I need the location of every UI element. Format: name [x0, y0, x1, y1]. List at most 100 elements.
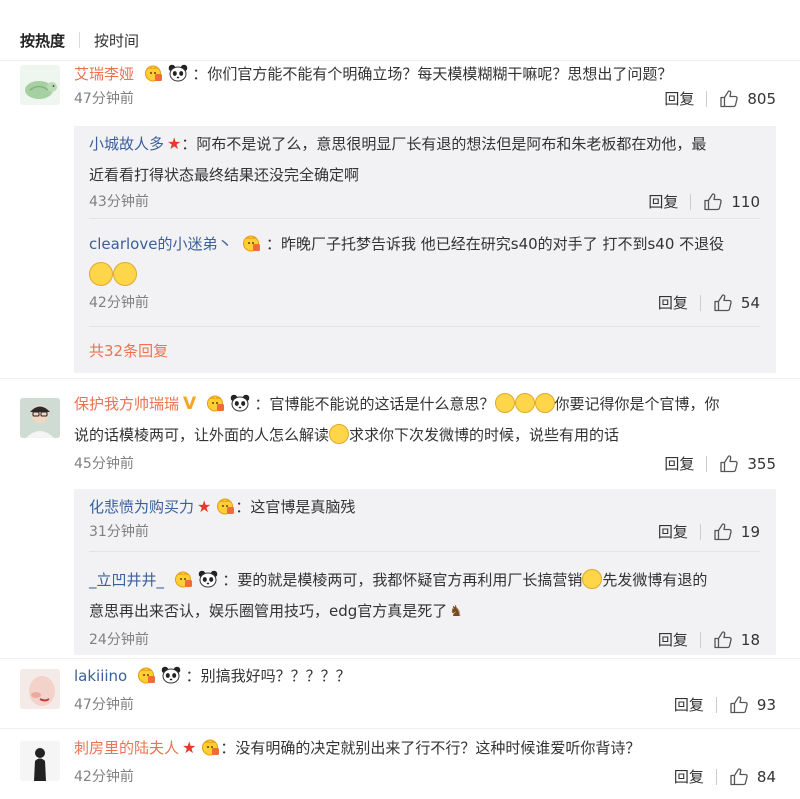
thumbs-up-icon	[713, 630, 733, 650]
like-button[interactable]: 93	[729, 694, 776, 716]
action-separator	[690, 194, 692, 210]
thumbs-up-icon	[729, 767, 749, 787]
like-count: 84	[756, 768, 776, 786]
emoji-icon	[329, 424, 350, 444]
emoji-icon	[494, 393, 515, 413]
thumbs-up-icon	[719, 89, 739, 109]
timestamp: 42分钟前	[89, 295, 149, 311]
emoji-icon	[89, 262, 113, 286]
horse-icon: ♞	[449, 602, 463, 620]
like-count: 18	[740, 631, 760, 649]
comment-text: ：没有明确的决定就别出来了行不行？这种时候谁爱听你背诗？	[220, 739, 641, 757]
crown-badge-icon	[173, 570, 193, 588]
sort-tabs: 按热度 按时间	[20, 29, 139, 51]
comment-text: 说的话模棱两可，让外面的人怎么解读	[74, 426, 330, 444]
timestamp: 43分钟前	[89, 194, 149, 210]
panda-icon	[168, 64, 188, 82]
reply-button[interactable]: 回复	[664, 453, 694, 475]
avatar[interactable]	[20, 398, 60, 438]
thumbs-up-icon	[703, 192, 723, 212]
username[interactable]: 保护我方帅瑞瑞	[74, 395, 179, 413]
reply-button[interactable]: 回复	[674, 766, 704, 788]
like-button[interactable]: 19	[713, 521, 760, 543]
reply-meta: 24分钟前 回复 18	[89, 629, 760, 651]
avatar[interactable]	[20, 741, 60, 781]
reply-username[interactable]: _立凹井井_	[89, 571, 164, 589]
reply-username[interactable]: clearlove的小迷弟丶	[89, 235, 232, 253]
reply-item: _立凹井井_ ：要的就是模棱两可，我都怀疑官方再利用厂长搞营销 先发微博有退的 意…	[89, 565, 760, 627]
like-button[interactable]: 84	[729, 766, 776, 788]
reply-button[interactable]: 回复	[664, 88, 694, 110]
like-count: 355	[747, 455, 776, 473]
reply-text: ：要的就是模棱两可，我都怀疑官方再利用厂长搞营销	[222, 571, 583, 589]
panda-icon	[230, 394, 250, 412]
crown-badge-icon	[200, 738, 220, 756]
reply-text: ：这官博是真脑残	[235, 498, 356, 516]
username[interactable]: lakiiino	[74, 667, 127, 685]
like-count: 805	[747, 90, 776, 108]
more-replies-link[interactable]: 共32条回复	[89, 340, 168, 361]
comment-text: 你要记得你是个官博，你	[554, 395, 720, 413]
like-button[interactable]: 110	[703, 191, 760, 213]
star-icon: ★	[182, 738, 197, 757]
tab-separator	[79, 32, 81, 48]
avatar[interactable]	[20, 669, 60, 709]
like-count: 19	[740, 523, 760, 541]
like-button[interactable]: 54	[713, 292, 760, 314]
thumbs-up-icon	[713, 293, 733, 313]
reply-username[interactable]: 化悲愤为购买力	[89, 498, 194, 516]
v-badge-icon: V	[183, 394, 197, 414]
reply-button[interactable]: 回复	[658, 521, 688, 543]
comment-item: 艾瑞李娅 ：你们官方能不能有个明确立场？每天模模糊糊干嘛呢？思想出了问题？ 47…	[0, 61, 800, 373]
divider	[89, 551, 760, 552]
emoji-icon	[113, 262, 137, 286]
comment-item: 保护我方帅瑞瑞 V ：官博能不能说的这话是什么意思？ 你要记得你是个官博，你 说的话…	[0, 389, 800, 659]
reply-list: 化悲愤为购买力 ★ ：这官博是真脑残 31分钟前 回复 19 _立凹井井_ ：要…	[74, 489, 776, 655]
like-count: 93	[756, 696, 776, 714]
action-separator	[715, 697, 717, 713]
like-button[interactable]: 355	[719, 453, 776, 475]
reply-text: 意思再出来否认，娱乐圈管用技巧，edg官方真是死了	[89, 602, 448, 620]
username[interactable]: 刺房里的陆夫人	[74, 739, 179, 757]
divider	[0, 658, 800, 659]
action-separator	[706, 456, 708, 472]
like-button[interactable]: 805	[719, 88, 776, 110]
divider	[89, 218, 760, 219]
reply-item: clearlove的小迷弟丶 ：昨晚厂子托梦告诉我 他已经在研究s40的对手了 …	[89, 232, 760, 314]
comment-item: 刺房里的陆夫人 ★ ：没有明确的决定就别出来了行不行？这种时候谁爱听你背诗？ 42分…	[0, 732, 800, 798]
avatar[interactable]	[20, 65, 60, 105]
username[interactable]: 艾瑞李娅	[74, 65, 134, 83]
like-button[interactable]: 18	[713, 629, 760, 651]
reply-list: 小城故人多 ★：阿布不是说了么，意思很明显厂长有退的想法但是阿布和朱老板都在劝他，…	[74, 126, 776, 373]
reply-text: 近看看打得状态最终结果还没完全确定啊	[89, 166, 360, 184]
reply-button[interactable]: 回复	[658, 629, 688, 651]
crown-badge-icon	[241, 234, 261, 252]
reply-text: ：阿布不是说了么，意思很明显厂长有退的想法但是阿布和朱老板都在劝他，最	[181, 135, 707, 153]
panda-icon	[161, 666, 181, 684]
like-count: 110	[731, 193, 760, 211]
emoji-icon	[582, 569, 603, 589]
reply-button[interactable]: 回复	[658, 292, 688, 314]
tab-time[interactable]: 按时间	[94, 30, 139, 51]
emoji-icon	[534, 393, 555, 413]
like-count: 54	[740, 294, 760, 312]
action-separator	[715, 769, 717, 785]
action-separator	[699, 632, 701, 648]
star-icon: ★	[167, 134, 182, 153]
timestamp: 42分钟前	[74, 769, 134, 785]
reply-username[interactable]: 小城故人多	[89, 135, 164, 153]
thumbs-up-icon	[719, 454, 739, 474]
divider	[0, 728, 800, 729]
action-separator	[699, 524, 701, 540]
action-separator	[699, 295, 701, 311]
comment-text: ：你们官方能不能有个明确立场？每天模模糊糊干嘛呢？思想出了问题？	[192, 65, 673, 83]
reply-text: ：昨晚厂子托梦告诉我 他已经在研究s40的对手了 打不到s40 不退役	[266, 235, 725, 253]
panda-icon	[198, 570, 218, 588]
timestamp: 47分钟前	[74, 91, 134, 107]
reply-button[interactable]: 回复	[674, 694, 704, 716]
thumbs-up-icon	[713, 522, 733, 542]
comment-text: 求求你下次发微博的时候，说些有用的话	[349, 426, 620, 444]
reply-button[interactable]: 回复	[648, 191, 678, 213]
tab-hot[interactable]: 按热度	[20, 30, 65, 51]
timestamp: 24分钟前	[89, 632, 149, 648]
